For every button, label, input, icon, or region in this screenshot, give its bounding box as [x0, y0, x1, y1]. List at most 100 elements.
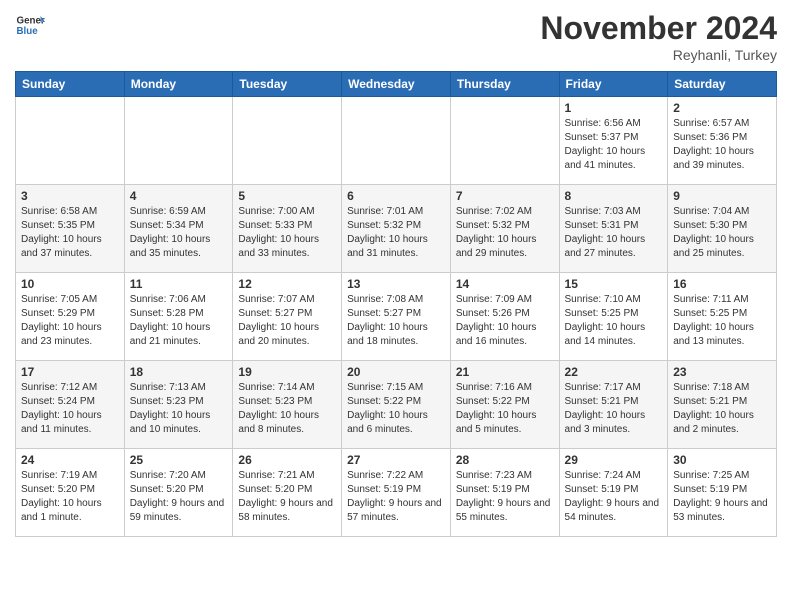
cell-4-4: 28 Sunrise: 7:23 AM Sunset: 5:19 PM Dayli… [450, 449, 559, 537]
cell-content-1-6: Sunrise: 7:04 AM Sunset: 5:30 PM Dayligh… [673, 205, 771, 261]
cell-content-3-1: Sunrise: 7:13 AM Sunset: 5:23 PM Dayligh… [130, 381, 228, 437]
day-number-3-2: 19 [238, 365, 336, 379]
header-monday: Monday [124, 72, 233, 97]
cell-content-4-4: Sunrise: 7:23 AM Sunset: 5:19 PM Dayligh… [456, 469, 554, 525]
cell-content-3-3: Sunrise: 7:15 AM Sunset: 5:22 PM Dayligh… [347, 381, 445, 437]
cell-0-3 [342, 97, 451, 185]
day-number-2-6: 16 [673, 277, 771, 291]
cell-4-6: 30 Sunrise: 7:25 AM Sunset: 5:19 PM Dayli… [668, 449, 777, 537]
cell-content-3-5: Sunrise: 7:17 AM Sunset: 5:21 PM Dayligh… [565, 381, 663, 437]
day-number-1-4: 7 [456, 189, 554, 203]
cell-content-2-6: Sunrise: 7:11 AM Sunset: 5:25 PM Dayligh… [673, 293, 771, 349]
cell-3-3: 20 Sunrise: 7:15 AM Sunset: 5:22 PM Dayli… [342, 361, 451, 449]
cell-content-3-4: Sunrise: 7:16 AM Sunset: 5:22 PM Dayligh… [456, 381, 554, 437]
cell-content-3-6: Sunrise: 7:18 AM Sunset: 5:21 PM Dayligh… [673, 381, 771, 437]
cell-4-5: 29Sunrise: 7:24 AM Sunset: 5:19 PM Dayli… [559, 449, 668, 537]
day-number-4-6: 30 [673, 453, 771, 467]
week-row-2: 10Sunrise: 7:05 AM Sunset: 5:29 PM Dayli… [16, 273, 777, 361]
week-row-4: 24Sunrise: 7:19 AM Sunset: 5:20 PM Dayli… [16, 449, 777, 537]
cell-content-2-3: Sunrise: 7:08 AM Sunset: 5:27 PM Dayligh… [347, 293, 445, 349]
cell-content-1-3: Sunrise: 7:01 AM Sunset: 5:32 PM Dayligh… [347, 205, 445, 261]
cell-content-4-3: Sunrise: 7:22 AM Sunset: 5:19 PM Dayligh… [347, 469, 445, 525]
cell-content-2-1: Sunrise: 7:06 AM Sunset: 5:28 PM Dayligh… [130, 293, 228, 349]
logo: General Blue [15, 10, 45, 40]
day-number-3-4: 21 [456, 365, 554, 379]
day-number-4-0: 24 [21, 453, 119, 467]
cell-content-1-4: Sunrise: 7:02 AM Sunset: 5:32 PM Dayligh… [456, 205, 554, 261]
day-number-2-4: 14 [456, 277, 554, 291]
day-number-2-5: 15 [565, 277, 663, 291]
cell-3-1: 18 Sunrise: 7:13 AM Sunset: 5:23 PM Dayli… [124, 361, 233, 449]
cell-2-4: 14 Sunrise: 7:09 AM Sunset: 5:26 PM Dayli… [450, 273, 559, 361]
cell-0-4 [450, 97, 559, 185]
day-number-3-0: 17 [21, 365, 119, 379]
cell-0-1 [124, 97, 233, 185]
day-number-2-0: 10 [21, 277, 119, 291]
day-number-3-6: 23 [673, 365, 771, 379]
cell-4-0: 24Sunrise: 7:19 AM Sunset: 5:20 PM Dayli… [16, 449, 125, 537]
day-number-3-1: 18 [130, 365, 228, 379]
cell-content-2-2: Sunrise: 7:07 AM Sunset: 5:27 PM Dayligh… [238, 293, 336, 349]
cell-0-6: 2 Sunrise: 6:57 AM Sunset: 5:36 PM Daylig… [668, 97, 777, 185]
cell-content-2-4: Sunrise: 7:09 AM Sunset: 5:26 PM Dayligh… [456, 293, 554, 349]
day-number-0-6: 2 [673, 101, 771, 115]
cell-content-4-6: Sunrise: 7:25 AM Sunset: 5:19 PM Dayligh… [673, 469, 771, 525]
cell-content-1-2: Sunrise: 7:00 AM Sunset: 5:33 PM Dayligh… [238, 205, 336, 261]
cell-1-5: 8Sunrise: 7:03 AM Sunset: 5:31 PM Daylig… [559, 185, 668, 273]
day-number-1-2: 5 [238, 189, 336, 203]
header-sunday: Sunday [16, 72, 125, 97]
cell-1-0: 3 Sunrise: 6:58 AM Sunset: 5:35 PM Daylig… [16, 185, 125, 273]
cell-0-5: 1 Sunrise: 6:56 AM Sunset: 5:37 PM Daylig… [559, 97, 668, 185]
day-number-2-2: 12 [238, 277, 336, 291]
header-tuesday: Tuesday [233, 72, 342, 97]
day-number-2-1: 11 [130, 277, 228, 291]
day-number-1-6: 9 [673, 189, 771, 203]
day-number-4-2: 26 [238, 453, 336, 467]
cell-4-3: 27Sunrise: 7:22 AM Sunset: 5:19 PM Dayli… [342, 449, 451, 537]
cell-2-0: 10Sunrise: 7:05 AM Sunset: 5:29 PM Dayli… [16, 273, 125, 361]
page-container: General Blue November 2024 Reyhanli, Tur… [0, 0, 792, 542]
day-number-1-5: 8 [565, 189, 663, 203]
cell-content-4-5: Sunrise: 7:24 AM Sunset: 5:19 PM Dayligh… [565, 469, 663, 525]
month-title: November 2024 [540, 10, 777, 47]
weekday-header-row: Sunday Monday Tuesday Wednesday Thursday… [16, 72, 777, 97]
cell-content-3-0: Sunrise: 7:12 AM Sunset: 5:24 PM Dayligh… [21, 381, 119, 437]
day-number-3-3: 20 [347, 365, 445, 379]
cell-3-0: 17 Sunrise: 7:12 AM Sunset: 5:24 PM Dayli… [16, 361, 125, 449]
cell-0-2 [233, 97, 342, 185]
day-number-1-3: 6 [347, 189, 445, 203]
day-number-1-0: 3 [21, 189, 119, 203]
cell-4-2: 26 Sunrise: 7:21 AM Sunset: 5:20 PM Dayli… [233, 449, 342, 537]
cell-1-1: 4Sunrise: 6:59 AM Sunset: 5:34 PM Daylig… [124, 185, 233, 273]
cell-1-4: 7 Sunrise: 7:02 AM Sunset: 5:32 PM Daylig… [450, 185, 559, 273]
cell-1-2: 5 Sunrise: 7:00 AM Sunset: 5:33 PM Daylig… [233, 185, 342, 273]
cell-content-4-2: Sunrise: 7:21 AM Sunset: 5:20 PM Dayligh… [238, 469, 336, 525]
cell-4-1: 25 Sunrise: 7:20 AM Sunset: 5:20 PM Dayli… [124, 449, 233, 537]
week-row-0: 1 Sunrise: 6:56 AM Sunset: 5:37 PM Daylig… [16, 97, 777, 185]
header-thursday: Thursday [450, 72, 559, 97]
week-row-3: 17 Sunrise: 7:12 AM Sunset: 5:24 PM Dayli… [16, 361, 777, 449]
day-number-4-4: 28 [456, 453, 554, 467]
cell-content-0-5: Sunrise: 6:56 AM Sunset: 5:37 PM Dayligh… [565, 117, 663, 173]
day-number-0-5: 1 [565, 101, 663, 115]
cell-2-5: 15 Sunrise: 7:10 AM Sunset: 5:25 PM Dayli… [559, 273, 668, 361]
cell-3-6: 23 Sunrise: 7:18 AM Sunset: 5:21 PM Dayli… [668, 361, 777, 449]
day-number-3-5: 22 [565, 365, 663, 379]
cell-content-1-0: Sunrise: 6:58 AM Sunset: 5:35 PM Dayligh… [21, 205, 119, 261]
cell-2-1: 11 Sunrise: 7:06 AM Sunset: 5:28 PM Dayli… [124, 273, 233, 361]
cell-3-5: 22 Sunrise: 7:17 AM Sunset: 5:21 PM Dayli… [559, 361, 668, 449]
cell-content-2-5: Sunrise: 7:10 AM Sunset: 5:25 PM Dayligh… [565, 293, 663, 349]
day-number-2-3: 13 [347, 277, 445, 291]
day-number-4-1: 25 [130, 453, 228, 467]
header-friday: Friday [559, 72, 668, 97]
cell-content-4-1: Sunrise: 7:20 AM Sunset: 5:20 PM Dayligh… [130, 469, 228, 525]
cell-0-0 [16, 97, 125, 185]
cell-content-0-6: Sunrise: 6:57 AM Sunset: 5:36 PM Dayligh… [673, 117, 771, 173]
cell-1-3: 6 Sunrise: 7:01 AM Sunset: 5:32 PM Daylig… [342, 185, 451, 273]
svg-text:Blue: Blue [17, 26, 39, 37]
cell-3-4: 21 Sunrise: 7:16 AM Sunset: 5:22 PM Dayli… [450, 361, 559, 449]
header-saturday: Saturday [668, 72, 777, 97]
calendar-table: Sunday Monday Tuesday Wednesday Thursday… [15, 71, 777, 537]
title-area: November 2024 Reyhanli, Turkey [540, 10, 777, 63]
cell-content-1-1: Sunrise: 6:59 AM Sunset: 5:34 PM Dayligh… [130, 205, 228, 261]
